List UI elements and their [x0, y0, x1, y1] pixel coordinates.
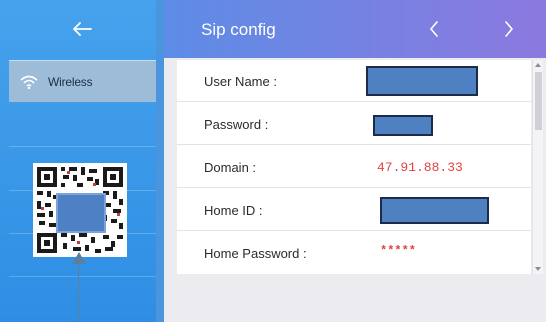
home-password-value[interactable]: *****	[380, 244, 416, 258]
user-name-label: User Name :	[204, 74, 277, 89]
user-name-field[interactable]	[366, 66, 478, 96]
form-row-password[interactable]: Password :	[177, 103, 531, 145]
form-row-domain[interactable]: Domain : 47.91.88.33	[177, 146, 531, 188]
password-field[interactable]	[373, 115, 433, 136]
form-row-home-password[interactable]: Home Password : *****	[177, 232, 531, 274]
form-row-user-name[interactable]: User Name :	[177, 60, 531, 102]
divider	[9, 146, 156, 147]
wifi-icon	[20, 75, 38, 89]
scrollbar[interactable]	[532, 60, 543, 274]
form-row-home-id[interactable]: Home ID :	[177, 189, 531, 231]
sip-config-form: User Name : Password : Domain : 47.91.88…	[177, 60, 531, 274]
arrow-annotation-head	[72, 252, 86, 264]
scroll-down-icon[interactable]	[535, 267, 541, 271]
divider	[9, 276, 156, 277]
redaction-box	[56, 193, 106, 233]
domain-value[interactable]: 47.91.88.33	[377, 160, 463, 175]
sidebar: Wireless	[0, 0, 164, 322]
chevron-left-icon	[429, 21, 438, 37]
chevron-right-icon	[505, 21, 514, 37]
scroll-up-icon[interactable]	[535, 63, 541, 67]
page-title: Sip config	[201, 20, 276, 39]
home-id-label: Home ID :	[204, 203, 263, 218]
prev-button[interactable]	[416, 13, 452, 45]
next-button[interactable]	[491, 13, 527, 45]
password-label: Password :	[204, 117, 269, 132]
header-bar: Sip config	[164, 0, 546, 58]
back-button[interactable]	[0, 0, 164, 58]
scroll-thumb[interactable]	[535, 72, 542, 130]
arrow-annotation-line	[78, 254, 79, 322]
domain-label: Domain :	[204, 160, 257, 175]
sidebar-item-label: Wireless	[48, 74, 93, 89]
arrow-left-icon	[73, 22, 92, 36]
sidebar-item-wireless[interactable]: Wireless	[9, 60, 156, 102]
home-password-label: Home Password :	[204, 246, 307, 261]
home-id-field[interactable]	[380, 197, 489, 224]
